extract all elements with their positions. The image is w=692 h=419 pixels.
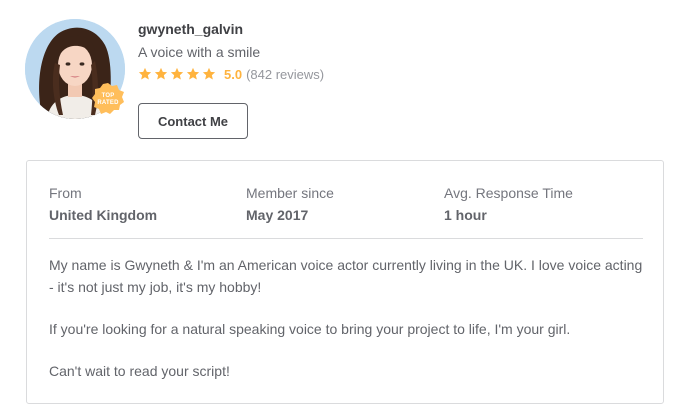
star-icon bbox=[202, 67, 216, 81]
stat-from: From United Kingdom bbox=[49, 185, 157, 224]
divider bbox=[49, 238, 643, 239]
seller-details-card: From United Kingdom Member since May 201… bbox=[26, 160, 664, 404]
star-icon bbox=[138, 67, 152, 81]
stat-value: May 2017 bbox=[246, 207, 309, 223]
stat-label: Avg. Response Time bbox=[444, 185, 573, 201]
review-count[interactable]: (842 reviews) bbox=[246, 67, 324, 82]
seller-bio: My name is Gwyneth & I'm an American voi… bbox=[49, 254, 649, 402]
bio-paragraph: Can't wait to read your script! bbox=[49, 363, 230, 379]
star-icon bbox=[170, 67, 184, 81]
seller-profile: TOP RATED gwyneth_galvin A voice with a … bbox=[0, 0, 692, 419]
seller-stats: From United Kingdom Member since May 201… bbox=[49, 185, 643, 225]
contact-me-button[interactable]: Contact Me bbox=[138, 103, 248, 139]
rating-score: 5.0 bbox=[224, 66, 243, 82]
stat-label: Member since bbox=[246, 185, 334, 201]
stat-member-since: Member since May 2017 bbox=[246, 185, 334, 224]
top-rated-badge: TOP RATED bbox=[91, 82, 125, 116]
stat-value: 1 hour bbox=[444, 207, 487, 223]
bio-paragraph: If you're looking for a natural speaking… bbox=[49, 321, 571, 337]
tagline: A voice with a smile bbox=[138, 44, 261, 60]
stat-value: United Kingdom bbox=[49, 207, 158, 223]
seller-info: gwyneth_galvin A voice with a smile 5.0 … bbox=[138, 19, 324, 84]
stat-response-time: Avg. Response Time 1 hour bbox=[444, 185, 573, 224]
badge-label: TOP RATED bbox=[97, 93, 119, 106]
star-icon bbox=[154, 67, 168, 81]
star-icon bbox=[186, 67, 200, 81]
star-rating bbox=[138, 67, 216, 81]
username[interactable]: gwyneth_galvin bbox=[138, 19, 324, 39]
stat-label: From bbox=[49, 185, 82, 201]
bio-paragraph: My name is Gwyneth & I'm an American voi… bbox=[49, 257, 643, 295]
rating: 5.0 (842 reviews) bbox=[138, 64, 324, 84]
avatar-container: TOP RATED bbox=[25, 19, 125, 119]
